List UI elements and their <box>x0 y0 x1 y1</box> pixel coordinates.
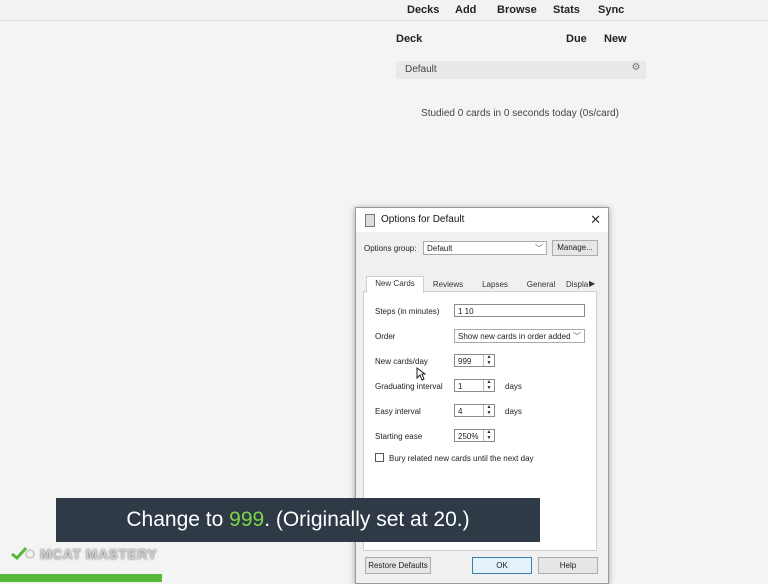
easy-interval-spinbox[interactable]: 4 ▲ ▼ <box>454 404 495 417</box>
nav-decks[interactable]: Decks <box>407 4 439 16</box>
due-column-header: Due <box>566 33 587 45</box>
deck-row-default[interactable]: Default ⚙ <box>396 61 646 79</box>
order-select[interactable]: Show new cards in order added ﹀ <box>454 329 585 343</box>
tab-display[interactable]: Display <box>566 278 588 292</box>
close-icon[interactable]: ✕ <box>590 212 601 228</box>
brand-logo-icon <box>11 546 35 560</box>
starting-ease-spinbox[interactable]: 250% ▲ ▼ <box>454 429 495 442</box>
manage-button[interactable]: Manage... <box>552 240 598 256</box>
spin-arrows-icon[interactable]: ▲ ▼ <box>483 404 494 416</box>
graduating-interval-unit: days <box>505 382 522 391</box>
tab-scroll-right-icon[interactable]: ▶ <box>589 279 597 291</box>
nav-add[interactable]: Add <box>455 4 476 16</box>
graduating-interval-label: Graduating interval <box>375 382 443 391</box>
gear-icon[interactable]: ⚙ <box>631 63 641 73</box>
deck-column-header: Deck <box>396 33 423 45</box>
nav-stats[interactable]: Stats <box>553 4 580 16</box>
dialog-title: Options for Default <box>381 214 465 225</box>
caption-text-pre: Change to <box>126 508 230 531</box>
options-group-select[interactable]: Default ﹀ <box>423 241 547 255</box>
mouse-cursor-icon <box>416 367 426 381</box>
restore-defaults-button[interactable]: Restore Defaults <box>365 557 431 574</box>
tab-new-cards[interactable]: New Cards <box>366 276 424 293</box>
bury-new-cards-checkbox[interactable] <box>375 453 384 462</box>
spin-arrows-icon[interactable]: ▲ ▼ <box>483 379 494 391</box>
options-group-label: Options group: <box>364 244 417 253</box>
graduating-interval-spinbox[interactable]: 1 ▲ ▼ <box>454 379 495 392</box>
ok-button[interactable]: OK <box>472 557 532 574</box>
deck-name[interactable]: Default <box>405 64 437 75</box>
tab-reviews[interactable]: Reviews <box>426 278 470 292</box>
easy-interval-label: Easy interval <box>375 407 421 416</box>
chevron-down-icon: ﹀ <box>535 244 543 253</box>
studied-summary: Studied 0 cards in 0 seconds today (0s/c… <box>421 108 619 119</box>
easy-interval-unit: days <box>505 407 522 416</box>
bury-new-cards-label: Bury related new cards until the next da… <box>389 454 534 463</box>
steps-label: Steps (in minutes) <box>375 307 440 316</box>
help-button[interactable]: Help <box>538 557 598 574</box>
chevron-down-icon: ﹀ <box>571 330 581 342</box>
video-caption: Change to 999. (Originally set at 20.) <box>56 498 540 542</box>
nav-sync[interactable]: Sync <box>598 4 624 16</box>
tab-lapses[interactable]: Lapses <box>474 278 516 292</box>
spin-arrows-icon[interactable]: ▲ ▼ <box>483 354 494 366</box>
app-icon <box>365 214 375 227</box>
caption-highlight: 999 <box>229 508 265 531</box>
steps-input[interactable]: 1 10 <box>454 304 585 317</box>
new-column-header: New <box>604 33 627 45</box>
caption-text-post: . (Originally set at 20.) <box>264 508 470 531</box>
spin-arrows-icon[interactable]: ▲ ▼ <box>483 429 494 441</box>
top-toolbar <box>0 0 768 21</box>
order-label: Order <box>375 332 396 341</box>
nav-browse[interactable]: Browse <box>497 4 537 16</box>
new-cards-per-day-label: New cards/day <box>375 357 428 366</box>
brand-logo-text: MCAT MASTERY <box>40 546 158 562</box>
tab-general[interactable]: General <box>520 278 562 292</box>
new-cards-per-day-spinbox[interactable]: 999 ▲ ▼ <box>454 354 495 367</box>
starting-ease-label: Starting ease <box>375 432 423 441</box>
video-progress-bar <box>0 574 162 582</box>
dialog-titlebar: Options for Default ✕ <box>356 208 608 232</box>
